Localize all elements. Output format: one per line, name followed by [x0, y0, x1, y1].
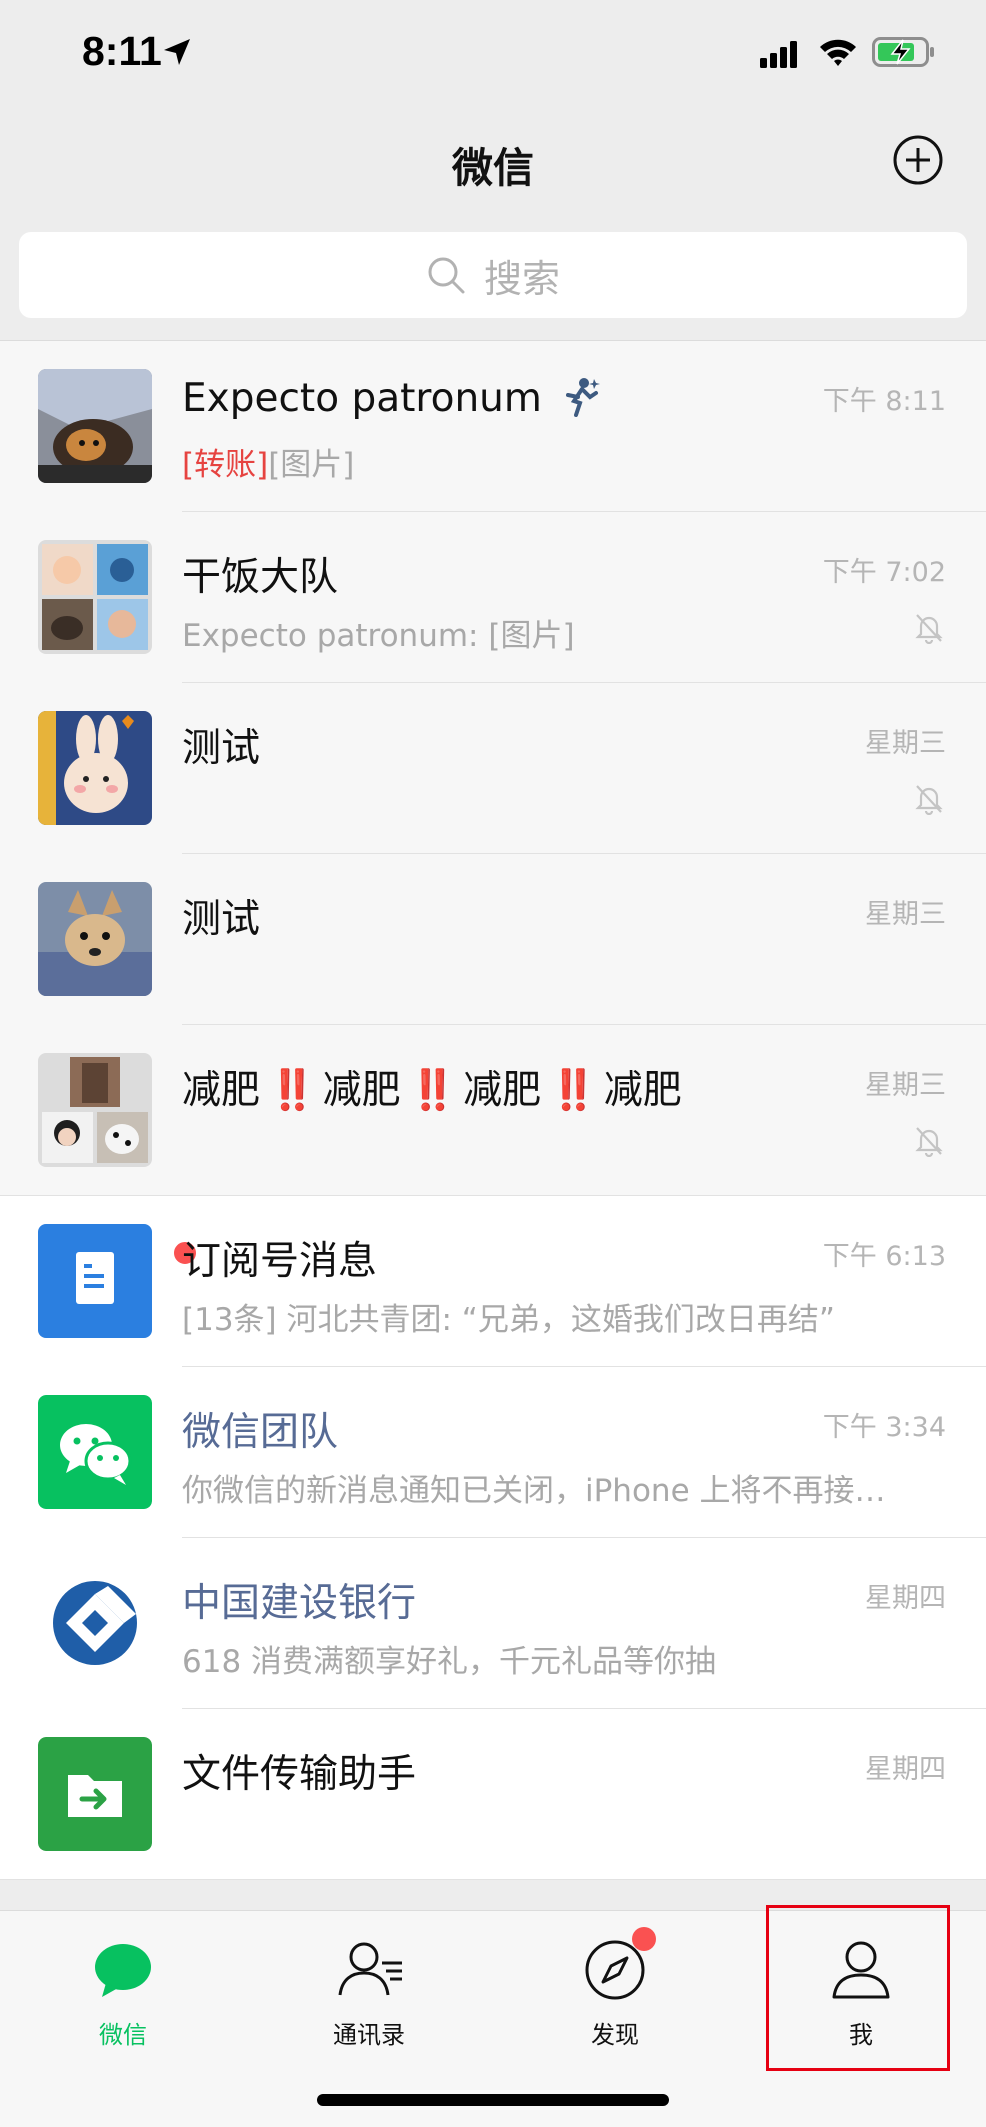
chat-time: 下午 6:13	[822, 1241, 946, 1272]
search-placeholder: 搜索	[483, 256, 560, 301]
tab-label: 微信	[99, 2021, 147, 2049]
search-icon	[428, 257, 465, 294]
chat-row-subscriptions[interactable]: 订阅号消息 [13条] 河北共青团: “兄弟，这婚我们改日再结” 下午 6:13	[0, 1196, 986, 1367]
nav-bar: 微信	[0, 110, 986, 230]
home-indicator	[317, 2094, 669, 2106]
chat-row-file-transfer[interactable]: 文件传输助手 星期四	[0, 1709, 986, 1880]
mute-bell-icon	[915, 785, 943, 815]
chat-row-expecto-patronum[interactable]: Expecto patronum [转账][图片] 下午 8:11	[0, 341, 986, 512]
mute-bell-icon	[915, 1127, 943, 1157]
chat-time: 下午 8:11	[822, 386, 946, 417]
tab-label: 发现	[591, 2021, 639, 2049]
chat-preview: [转账][图片]	[182, 447, 355, 483]
chat-row-ganfan-group[interactable]: 干饭大队 Expecto patronum: [图片] 下午 7:02	[0, 512, 986, 683]
chat-name: Expecto patronum	[182, 375, 602, 421]
add-plus-icon[interactable]	[892, 134, 944, 186]
chat-row-ceshi-1[interactable]: 测试 星期三	[0, 683, 986, 854]
file-transfer-icon	[38, 1737, 152, 1851]
chat-time: 下午 7:02	[822, 557, 946, 588]
subscription-avatar	[38, 1224, 198, 1338]
page-title: 微信	[452, 144, 534, 192]
status-bar: 8:11	[0, 0, 986, 110]
battery-charging-icon	[872, 37, 934, 67]
chat-name: 文件传输助手	[182, 1752, 417, 1797]
chat-time: 星期三	[865, 728, 946, 759]
tab-label: 通讯录	[333, 2021, 405, 2049]
chat-name: 测试	[182, 726, 261, 771]
double-exclamation-icon: ‼️	[408, 1068, 458, 1113]
chat-row-ccb[interactable]: 中国建设银行 618 消费满额享好礼，千元礼品等你抽 星期四	[0, 1538, 986, 1709]
cellular-signal-icon	[760, 41, 797, 68]
tab-contacts[interactable]: 通讯录	[246, 1911, 492, 2061]
chat-preview: 618 消费满额享好礼，千元礼品等你抽	[182, 1644, 717, 1680]
group-avatar	[38, 1053, 152, 1167]
chat-row-jianfei-group[interactable]: 减肥 ‼️ 减肥 ‼️ 减肥 ‼️ 减肥 星期三	[0, 1025, 986, 1196]
chat-bubble-icon	[95, 1944, 151, 1997]
chat-row-ceshi-2[interactable]: 测试 星期三	[0, 854, 986, 1025]
chat-preview: [13条] 河北共青团: “兄弟，这婚我们改日再结”	[182, 1302, 835, 1338]
chat-time: 下午 3:34	[822, 1412, 946, 1443]
chat-time: 星期四	[865, 1754, 946, 1785]
chat-name: 中国建设银行	[182, 1581, 417, 1626]
mute-bell-icon	[915, 614, 943, 644]
avatar-cat	[38, 369, 152, 483]
row-divider	[0, 1879, 986, 1880]
badge-dot	[632, 1927, 656, 1951]
chat-time: 星期四	[865, 1583, 946, 1614]
chat-name: 订阅号消息	[182, 1239, 378, 1284]
chat-name: 微信团队	[182, 1410, 339, 1455]
chat-name: 减肥 ‼️ 减肥 ‼️ 减肥 ‼️ 减肥	[182, 1068, 682, 1113]
contacts-icon	[338, 1942, 402, 1996]
chat-list: Expecto patronum [转账][图片] 下午 8:11 干饭大队 E…	[0, 340, 986, 1880]
avatar-dog	[38, 882, 152, 996]
running-person-icon	[566, 378, 601, 417]
chat-row-wechat-team[interactable]: 微信团队 你微信的新消息通知已关闭，iPhone 上将不再接… 下午 3:34	[0, 1367, 986, 1538]
avatar-bunny	[38, 711, 152, 825]
highlight-box	[766, 1905, 950, 2071]
tab-chats[interactable]: 微信	[0, 1911, 246, 2061]
ccb-logo-icon	[38, 1566, 152, 1680]
chat-preview: 你微信的新消息通知已关闭，iPhone 上将不再接…	[182, 1473, 886, 1509]
search-input[interactable]: 搜索	[19, 232, 967, 318]
chat-name: 测试	[182, 897, 261, 942]
chat-time: 星期三	[865, 899, 946, 930]
chat-preview: Expecto patronum: [图片]	[182, 618, 575, 654]
chat-name: 干饭大队	[182, 555, 339, 600]
wechat-logo-icon	[38, 1395, 152, 1509]
status-time: 8:11	[82, 28, 162, 74]
double-exclamation-icon: ‼️	[549, 1068, 598, 1113]
chat-time: 星期三	[865, 1070, 946, 1101]
location-arrow-icon	[164, 39, 190, 65]
wifi-icon	[820, 39, 856, 66]
group-avatar	[38, 540, 152, 654]
tab-discover[interactable]: 发现	[492, 1911, 738, 2061]
double-exclamation-icon: ‼️	[268, 1068, 317, 1113]
